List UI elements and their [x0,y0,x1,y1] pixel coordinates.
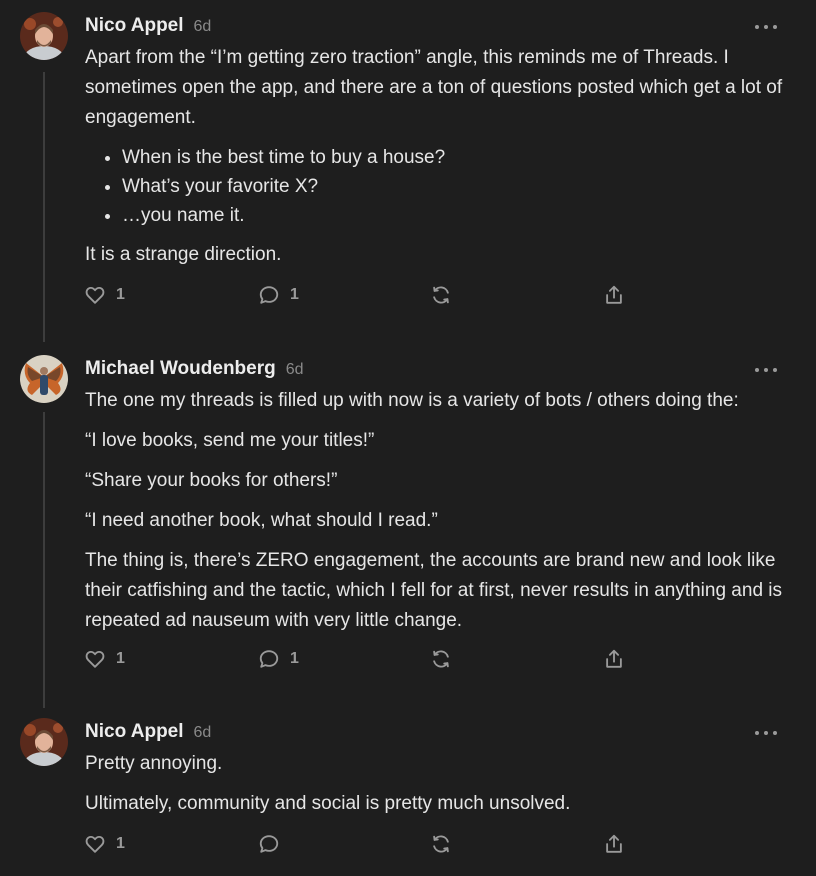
reply-button[interactable] [258,833,280,855]
comment-body: Apart from the “I’m getting zero tractio… [85,43,785,280]
comment-paragraph: It is a strange direction. [85,244,282,265]
share-icon [606,834,622,853]
comment-paragraph: Apart from the “I’m getting zero tractio… [85,47,783,128]
action-bar: 1 1 [84,284,644,308]
timestamp[interactable]: 6d [194,18,212,36]
share-button[interactable] [603,833,625,855]
heart-icon [85,835,105,853]
author-name[interactable]: Nico Appel [85,15,184,37]
restack-button[interactable] [430,833,452,855]
more-horizontal-icon[interactable] [755,365,777,375]
reply-count: 1 [290,650,299,667]
author-name[interactable]: Nico Appel [85,721,184,743]
share-icon [606,285,622,304]
action-bar: 1 [84,833,644,857]
restack-button[interactable] [430,648,452,670]
comment-header: Nico Appel 6d [85,15,211,37]
reply-button[interactable]: 1 [258,284,299,306]
restack-icon [433,650,449,668]
reply-button[interactable]: 1 [258,648,299,670]
more-horizontal-icon[interactable] [755,728,777,738]
comment-body: The one my threads is filled up with now… [85,386,785,646]
comment-paragraph: “I love books, send me your titles!” [85,430,375,451]
like-count: 1 [116,286,125,303]
comment-header: Nico Appel 6d [85,721,211,743]
avatar[interactable] [20,12,68,60]
list-item: …you name it. [122,201,785,230]
comment-header: Michael Woudenberg 6d [85,358,304,380]
author-name[interactable]: Michael Woudenberg [85,358,276,380]
list-item: When is the best time to buy a house? [122,143,785,172]
reply-count: 1 [290,286,299,303]
like-button[interactable]: 1 [84,648,125,670]
list-item: What’s your favorite X? [122,172,785,201]
like-button[interactable]: 1 [84,833,125,855]
comment-bubble-icon [259,286,279,304]
comment-paragraph: Ultimately, community and social is pret… [85,793,571,814]
comment-paragraph: “I need another book, what should I read… [85,510,438,531]
comment-bubble-icon [259,650,279,668]
avatar[interactable] [20,355,68,403]
comment-paragraph: Pretty annoying. [85,753,223,774]
share-button[interactable] [603,648,625,670]
comment-bubble-icon [259,835,279,853]
heart-icon [85,650,105,668]
restack-icon [433,835,449,853]
timestamp[interactable]: 6d [286,361,304,379]
bullet-list: When is the best time to buy a house? Wh… [85,143,785,230]
avatar[interactable] [20,718,68,766]
restack-button[interactable] [430,284,452,306]
heart-icon [85,286,105,304]
restack-icon [433,286,449,304]
timestamp[interactable]: 6d [194,724,212,742]
like-count: 1 [116,650,125,667]
action-bar: 1 1 [84,648,644,672]
comment-paragraph: The thing is, there’s ZERO engagement, t… [85,550,783,631]
comment-paragraph: “Share your books for others!” [85,470,338,491]
share-icon [606,649,622,668]
like-count: 1 [116,835,125,852]
more-horizontal-icon[interactable] [755,22,777,32]
thread-line [43,412,45,708]
thread-line [43,72,45,342]
comment-body: Pretty annoying. Ultimately, community a… [85,749,785,829]
like-button[interactable]: 1 [84,284,125,306]
share-button[interactable] [603,284,625,306]
comment-paragraph: The one my threads is filled up with now… [85,390,739,411]
